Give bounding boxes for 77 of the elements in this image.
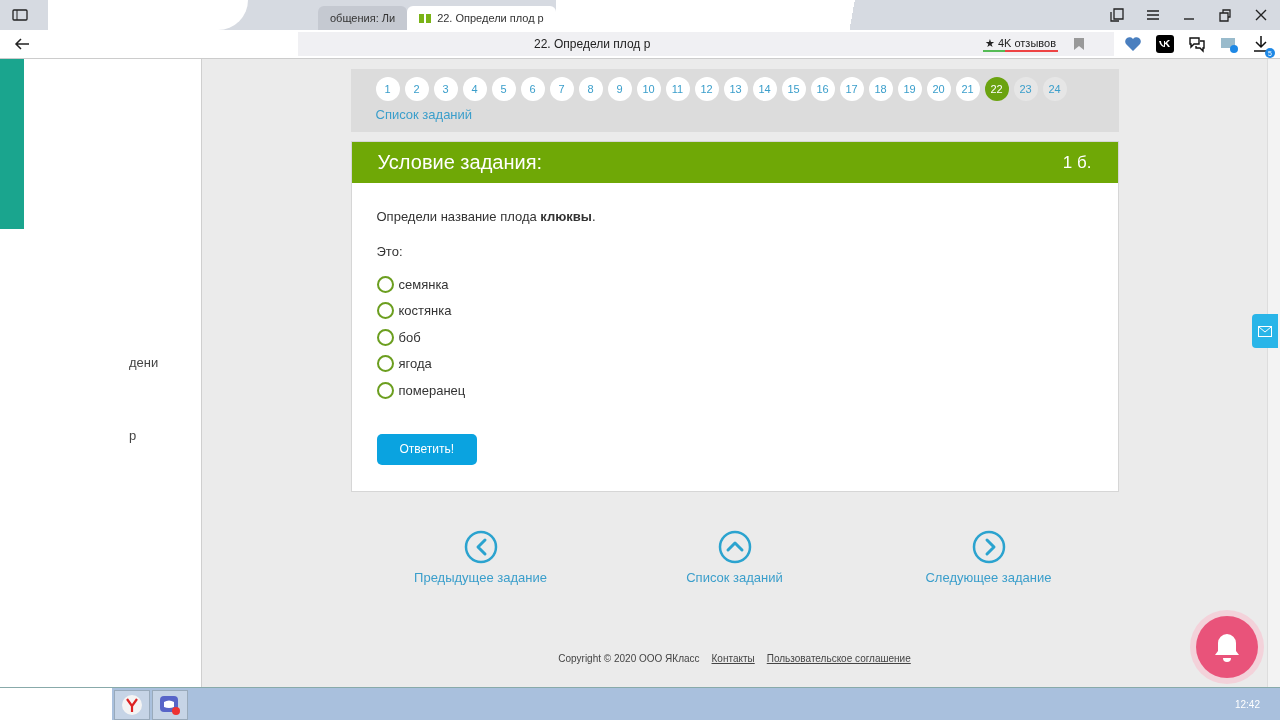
page-number[interactable]: 17 xyxy=(839,77,864,101)
page-number[interactable]: 5 xyxy=(491,77,516,101)
sidebar-text: дени xyxy=(129,355,160,370)
page-number[interactable]: 1 xyxy=(375,77,400,101)
page-number[interactable]: 6 xyxy=(520,77,545,101)
taskbar-button[interactable] xyxy=(114,689,150,720)
bell-icon xyxy=(1212,631,1242,663)
back-arrow-icon[interactable] xyxy=(14,37,30,51)
nav-link[interactable]: Предыдущее задание xyxy=(414,569,547,585)
page-title: 22. Определи плод р xyxy=(533,37,652,51)
page-number[interactable]: 22 xyxy=(984,77,1009,101)
bookmark-icon[interactable] xyxy=(1074,38,1084,50)
submit-button[interactable]: Ответить! xyxy=(376,433,478,465)
sidebar-toggle-icon[interactable] xyxy=(12,8,28,22)
page-number[interactable]: 14 xyxy=(752,77,777,101)
right-chevron-circle-icon[interactable] xyxy=(971,529,1006,564)
page-number[interactable]: 12 xyxy=(694,77,719,101)
page-number[interactable]: 24 xyxy=(1042,77,1067,101)
page-number[interactable]: 23 xyxy=(1013,77,1038,101)
question-text: Определи название плода клюквы. xyxy=(376,209,597,224)
envelope-icon xyxy=(1258,325,1272,337)
download-icon[interactable] xyxy=(1252,35,1270,53)
page-number[interactable]: 8 xyxy=(578,77,603,101)
radio-button[interactable] xyxy=(376,381,394,399)
page-number[interactable]: 18 xyxy=(868,77,893,101)
copyright-text: Copyright © 2020 ООО ЯКласс xyxy=(558,652,700,664)
restore-icon[interactable] xyxy=(1218,8,1232,22)
page-number[interactable]: 19 xyxy=(897,77,922,101)
feedback-button[interactable] xyxy=(1252,314,1278,348)
y-letter-icon xyxy=(121,693,143,716)
page-number[interactable]: 11 xyxy=(665,77,690,101)
vk-icon[interactable] xyxy=(1156,35,1174,53)
left-chevron-circle-icon[interactable] xyxy=(463,529,498,564)
nav-link[interactable]: Список заданий xyxy=(686,569,783,585)
prompt-text: Это: xyxy=(376,244,404,259)
clock: 12:42 xyxy=(1234,699,1260,710)
bookmarks-icon[interactable] xyxy=(1110,8,1124,22)
browser-tab[interactable]: 22. Определи плод р xyxy=(407,6,556,30)
page-number[interactable]: 3 xyxy=(433,77,458,101)
nav-link[interactable]: Следующее задание xyxy=(925,569,1052,585)
gamepad-icon xyxy=(159,693,181,716)
option-label[interactable]: боб xyxy=(398,329,421,345)
radio-button[interactable] xyxy=(376,355,394,373)
option-label[interactable]: ягода xyxy=(398,356,432,372)
chat-icon[interactable] xyxy=(1188,35,1206,53)
radio-button[interactable] xyxy=(376,275,394,293)
page-number[interactable]: 13 xyxy=(723,77,748,101)
option-label[interactable]: костянка xyxy=(398,303,452,319)
favicon-icon xyxy=(419,13,432,23)
footer-link[interactable]: Пользовательское соглашение xyxy=(766,652,911,664)
menu-icon[interactable] xyxy=(1146,8,1160,22)
scrollbar[interactable] xyxy=(1267,59,1280,687)
page-number[interactable]: 21 xyxy=(955,77,980,101)
page-number[interactable]: 15 xyxy=(781,77,806,101)
up-chevron-circle-icon[interactable] xyxy=(717,529,752,564)
browser-tab[interactable]: общения: Ли xyxy=(318,6,408,30)
page-number[interactable]: 20 xyxy=(926,77,951,101)
page-number[interactable]: 4 xyxy=(462,77,487,101)
points-label: 1 б. xyxy=(1062,152,1092,173)
radio-button[interactable] xyxy=(376,302,394,320)
page-number[interactable]: 2 xyxy=(404,77,429,101)
taskbar-button[interactable] xyxy=(152,689,188,720)
close-icon[interactable] xyxy=(1254,8,1268,22)
page-number[interactable]: 16 xyxy=(810,77,835,101)
option-label[interactable]: померанец xyxy=(398,382,466,398)
heart-icon[interactable] xyxy=(1124,35,1142,53)
sidebar-text: р xyxy=(129,428,138,443)
radio-button[interactable] xyxy=(376,328,394,346)
task-list-link[interactable]: Список заданий xyxy=(375,107,473,122)
footer-link[interactable]: Контакты xyxy=(711,652,755,664)
task-header-title: Условие задания: xyxy=(377,151,543,174)
picture-icon[interactable] xyxy=(1220,35,1238,53)
page-number[interactable]: 10 xyxy=(636,77,661,101)
option-label[interactable]: семянка xyxy=(398,276,449,292)
page-number[interactable]: 7 xyxy=(549,77,574,101)
page-number[interactable]: 9 xyxy=(607,77,632,101)
reviews-badge[interactable]: ★ 4K отзывов xyxy=(982,36,1058,52)
